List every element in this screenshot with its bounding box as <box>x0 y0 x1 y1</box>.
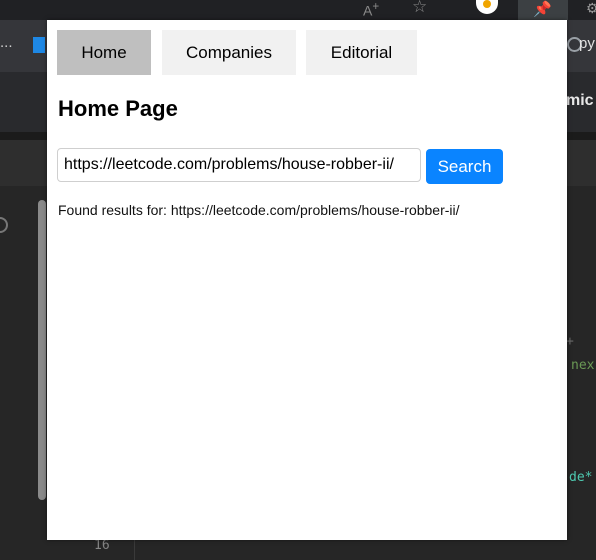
extensions-puzzle-icon[interactable]: ⚙ <box>586 0 596 18</box>
header-text-fragment: mic <box>566 92 594 109</box>
extension-bird-icon[interactable] <box>476 0 498 14</box>
favorite-star-icon[interactable]: ☆ <box>412 0 427 16</box>
results-text: Found results for: https://leetcode.com/… <box>58 202 460 218</box>
search-button[interactable]: Search <box>426 149 503 184</box>
editor-scrollbar[interactable] <box>38 200 46 500</box>
browser-toolbar: A+ ☆ 📌 ⚙ <box>0 0 596 20</box>
page-title: Home Page <box>58 96 178 121</box>
code-fragment-plus: + <box>566 334 574 349</box>
extension-popup: Home Companies Editorial Home Page Searc… <box>47 20 567 540</box>
results-prefix: Found results for: <box>58 202 171 218</box>
tab-editorial[interactable]: Editorial <box>306 30 417 75</box>
bookmark-py[interactable]: py <box>579 35 595 52</box>
bookmarks-overflow[interactable]: ... <box>0 34 13 51</box>
search-input[interactable] <box>57 148 421 182</box>
line-number: 16 <box>94 538 110 553</box>
bookmark-book-icon[interactable] <box>33 37 45 53</box>
read-aloud-icon[interactable]: A+ <box>363 0 379 19</box>
pin-icon: 📌 <box>533 1 552 18</box>
tab-companies[interactable]: Companies <box>162 30 296 75</box>
code-fragment-de: de* <box>569 470 593 485</box>
code-fragment-nex: nex <box>571 358 595 373</box>
results-url: https://leetcode.com/problems/house-robb… <box>170 202 460 218</box>
tab-home[interactable]: Home <box>57 30 151 75</box>
extension-active-button[interactable]: 📌 <box>518 0 568 20</box>
